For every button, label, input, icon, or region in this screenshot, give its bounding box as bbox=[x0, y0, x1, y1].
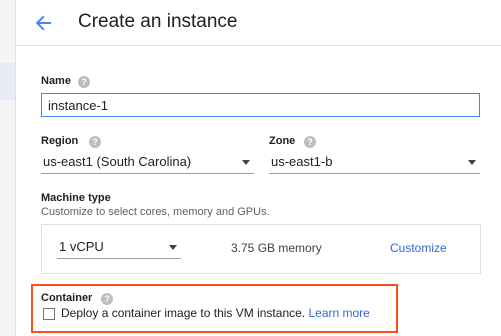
zone-select[interactable]: us-east1-b bbox=[269, 152, 480, 174]
zone-label: Zone bbox=[269, 135, 296, 147]
container-label: Container bbox=[41, 292, 93, 304]
zone-select-value: us-east1-b bbox=[271, 154, 333, 169]
machine-type-description: Customize to select cores, memory and GP… bbox=[41, 206, 270, 218]
region-label: Region bbox=[41, 135, 79, 147]
page-header: Create an instance bbox=[16, 0, 501, 46]
cores-select-value: 1 vCPU bbox=[59, 239, 104, 254]
chevron-down-icon bbox=[242, 160, 250, 165]
page-title: Create an instance bbox=[78, 11, 238, 32]
left-nav-active-item[interactable] bbox=[0, 63, 15, 100]
deploy-container-text: Deploy a container image to this VM inst… bbox=[61, 306, 306, 320]
name-label: Name bbox=[41, 75, 71, 87]
deploy-container-checkbox[interactable] bbox=[43, 308, 55, 320]
region-select[interactable]: us-east1 (South Carolina) bbox=[41, 152, 254, 174]
memory-value: 3.75 GB memory bbox=[231, 241, 322, 255]
cores-select[interactable]: 1 vCPU bbox=[57, 237, 181, 259]
name-input[interactable] bbox=[41, 93, 480, 117]
learn-more-link[interactable]: Learn more bbox=[308, 306, 369, 320]
arrow-back-icon[interactable] bbox=[31, 10, 57, 36]
left-nav-rail bbox=[0, 0, 16, 336]
customize-link[interactable]: Customize bbox=[390, 241, 447, 255]
help-icon[interactable]: ? bbox=[304, 136, 316, 148]
help-icon[interactable]: ? bbox=[89, 136, 101, 148]
help-icon[interactable]: ? bbox=[78, 76, 90, 88]
deploy-container-label: Deploy a container image to this VM inst… bbox=[61, 306, 370, 320]
region-select-value: us-east1 (South Carolina) bbox=[43, 154, 192, 169]
chevron-down-icon bbox=[468, 160, 476, 165]
machine-type-label: Machine type bbox=[41, 192, 111, 204]
help-icon[interactable]: ? bbox=[101, 293, 113, 305]
chevron-down-icon bbox=[169, 245, 177, 250]
